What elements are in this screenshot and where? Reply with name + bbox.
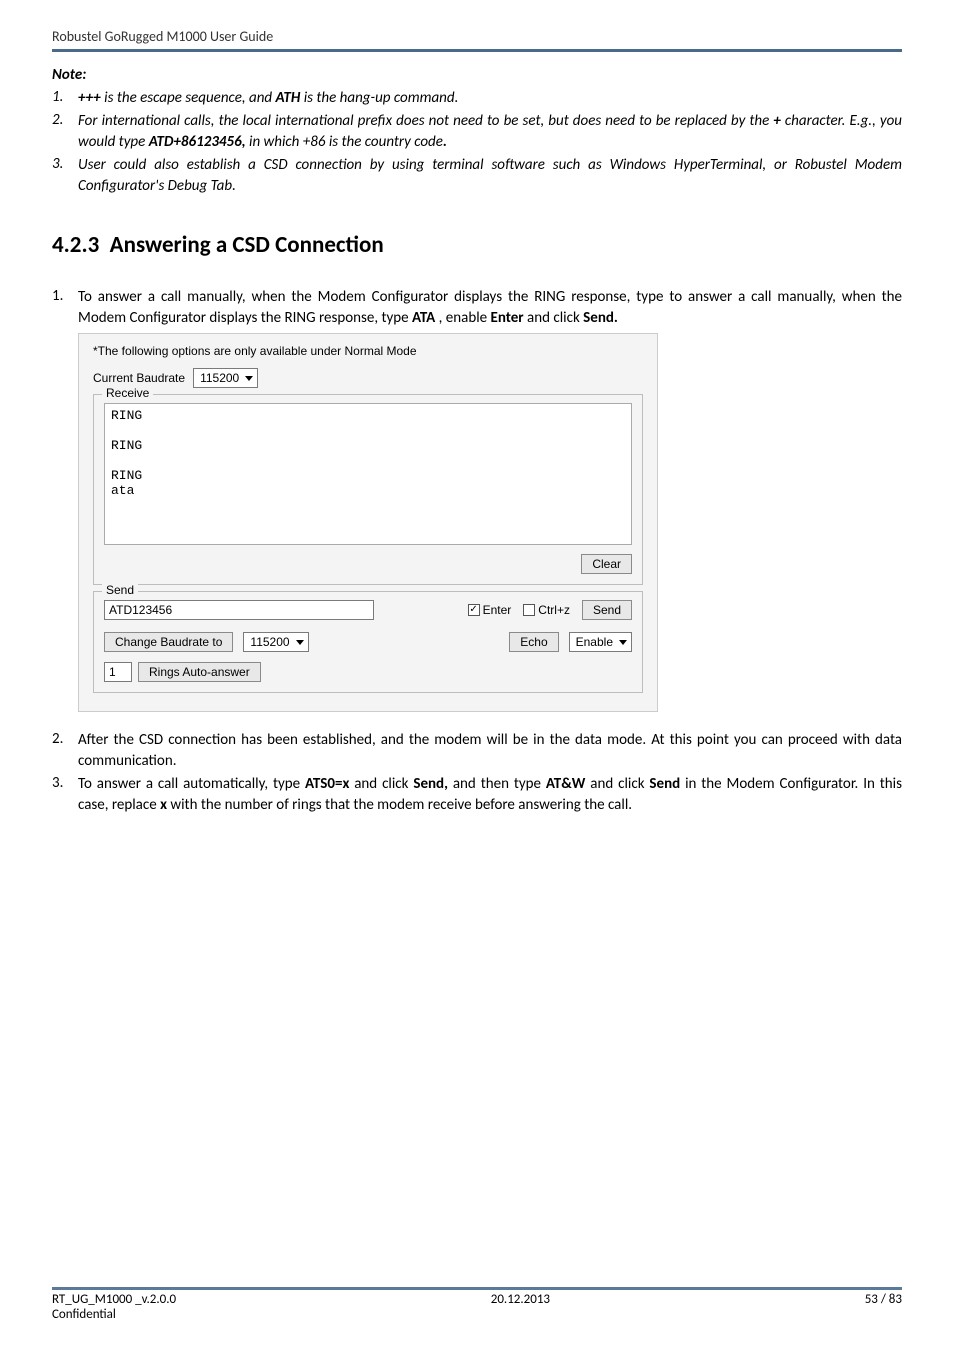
receive-textarea[interactable]: RING RING RING ata [104, 403, 632, 545]
body-item: 2. After the CSD connection has been est… [52, 730, 902, 772]
footer-page-num: 53 / 83 [865, 1292, 902, 1307]
ctrlz-label: Ctrl+z [538, 603, 570, 617]
note-text: +++ is the escape sequence, and ATH is t… [78, 88, 902, 109]
body-text: After the CSD connection has been establ… [78, 730, 902, 772]
footer-confidential: Confidential [52, 1307, 902, 1322]
change-baudrate-button[interactable]: Change Baudrate to [104, 632, 233, 652]
send-row2: Change Baudrate to 115200 Echo Enable [104, 632, 632, 652]
current-baud-row: Current Baudrate 115200 [93, 368, 643, 388]
embedded-panel-wrap: *The following options are only availabl… [78, 333, 902, 712]
note-item: 2. For international calls, the local in… [52, 111, 902, 153]
send-button[interactable]: Send [582, 600, 632, 620]
body-text: To answer a call manually, when the Mode… [78, 287, 902, 329]
configurator-panel: *The following options are only availabl… [78, 333, 658, 712]
body-item: 3. To answer a call automatically, type … [52, 774, 902, 816]
send-row1: ATD123456 ✓ Enter Ctrl+z Send [104, 600, 632, 620]
clear-button[interactable]: Clear [581, 554, 632, 574]
send-legend: Send [102, 583, 138, 597]
enter-label: Enter [483, 603, 512, 617]
send-fieldset: Send ATD123456 ✓ Enter Ctrl+z Send Chang… [93, 591, 643, 693]
section-heading: 4.2.3 Answering a CSD Connection [52, 231, 902, 259]
body-list-bottom: 2. After the CSD connection has been est… [52, 730, 902, 816]
footer-rule [52, 1287, 902, 1290]
footer-doc-id: RT_UG_M1000 _v.2.0.0 [52, 1292, 176, 1307]
send-row3: 1 Rings Auto-answer [104, 662, 632, 682]
footer-date: 20.12.2013 [491, 1292, 550, 1307]
note-colon: : [82, 66, 86, 84]
body-text: To answer a call automatically, type ATS… [78, 774, 902, 816]
note-num: 2. [52, 111, 78, 153]
current-baud-select[interactable]: 115200 [193, 368, 258, 388]
note-item: 1. +++ is the escape sequence, and ATH i… [52, 88, 902, 109]
section-title: Answering a CSD Connection [110, 231, 384, 259]
receive-legend: Receive [102, 386, 153, 400]
echo-select[interactable]: Enable [569, 632, 632, 652]
doc-header-title: Robustel GoRugged M1000 User Guide [52, 28, 902, 45]
note-item: 3. User could also establish a CSD conne… [52, 155, 902, 197]
note-num: 3. [52, 155, 78, 197]
body-num: 1. [52, 287, 78, 329]
note-text: For international calls, the local inter… [78, 111, 902, 153]
body-num: 3. [52, 774, 78, 816]
body-item: 1. To answer a call manually, when the M… [52, 287, 902, 329]
note-list: 1. +++ is the escape sequence, and ATH i… [52, 88, 902, 197]
rings-auto-answer-button[interactable]: Rings Auto-answer [138, 662, 261, 682]
receive-fieldset: Receive RING RING RING ata Clear [93, 394, 643, 585]
note-label: Note: [52, 66, 902, 84]
section-number: 4.2.3 [52, 231, 99, 259]
enter-checkbox[interactable]: ✓ Enter [468, 603, 512, 617]
checkbox-icon: ✓ [468, 604, 480, 616]
note-num: 1. [52, 88, 78, 109]
note-label-text: Note [52, 66, 82, 84]
body-num: 2. [52, 730, 78, 772]
header-rule [52, 49, 902, 52]
checkbox-icon [523, 604, 535, 616]
change-baudrate-select[interactable]: 115200 [243, 632, 308, 652]
rings-input[interactable]: 1 [104, 662, 132, 682]
body-list-top: 1. To answer a call manually, when the M… [52, 287, 902, 329]
send-input[interactable]: ATD123456 [104, 600, 374, 620]
panel-hint: *The following options are only availabl… [93, 344, 643, 358]
current-baud-label: Current Baudrate [93, 371, 185, 385]
page-footer: RT_UG_M1000 _v.2.0.0 20.12.2013 53 / 83 … [52, 1287, 902, 1322]
echo-button[interactable]: Echo [509, 632, 558, 652]
ctrlz-checkbox[interactable]: Ctrl+z [523, 603, 570, 617]
note-text: User could also establish a CSD connecti… [78, 155, 902, 197]
